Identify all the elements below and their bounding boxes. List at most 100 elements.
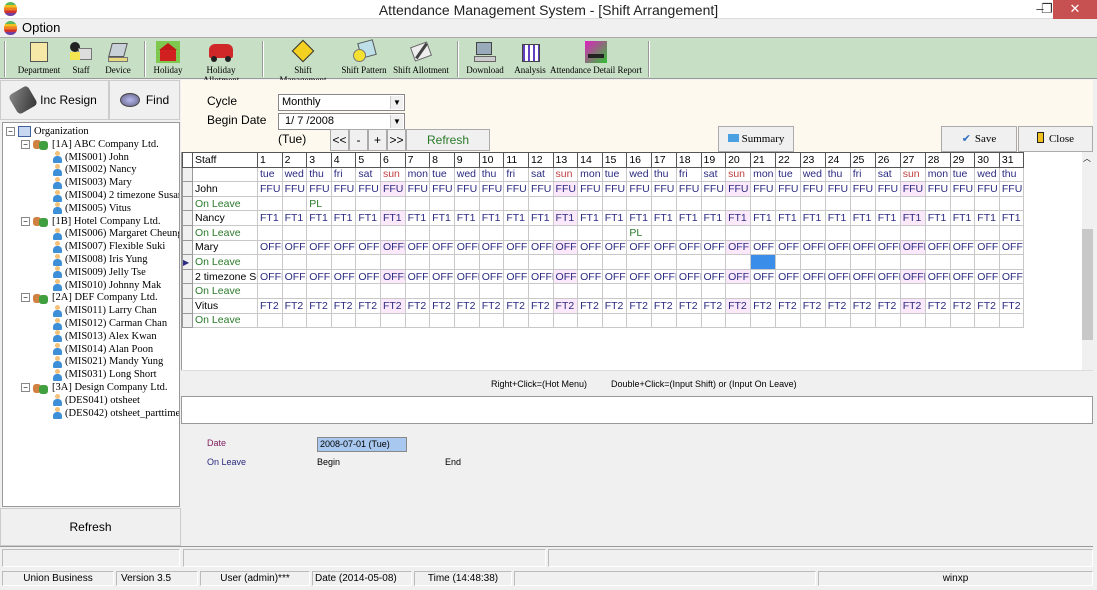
- tree-staff-node[interactable]: (DES041) otsheet: [53, 394, 140, 407]
- leave-cell[interactable]: [429, 195, 455, 212]
- shift-cell[interactable]: OFFH: [577, 268, 603, 285]
- leave-cell[interactable]: [998, 254, 1025, 270]
- tree-staff-node[interactable]: (MIS004) 2 timezone Susan: [53, 189, 179, 202]
- shift-cell[interactable]: OFFF: [626, 239, 652, 256]
- leave-cell[interactable]: [404, 224, 431, 241]
- shift-cell[interactable]: FT1: [974, 210, 1000, 226]
- shift-cell[interactable]: OFFF: [503, 239, 529, 256]
- leave-cell[interactable]: [725, 195, 752, 212]
- leave-cell[interactable]: [750, 224, 777, 241]
- leave-cell[interactable]: [998, 224, 1025, 241]
- shift-cell[interactable]: FFU: [949, 181, 976, 197]
- leave-cell[interactable]: [675, 224, 702, 241]
- date-field[interactable]: 2008-07-01 (Tue): [317, 437, 407, 452]
- shift-cell[interactable]: FT2: [949, 297, 976, 314]
- row-selector[interactable]: [182, 195, 193, 212]
- shift-cell[interactable]: FT1: [626, 210, 652, 226]
- row-selector[interactable]: ▶: [182, 254, 193, 270]
- leave-cell[interactable]: [626, 254, 652, 270]
- leave-cell[interactable]: [750, 312, 777, 329]
- shift-cell[interactable]: OFFH: [626, 268, 652, 285]
- leave-cell[interactable]: [924, 312, 951, 329]
- collapse-icon[interactable]: −: [21, 216, 30, 226]
- leave-cell[interactable]: [949, 283, 976, 299]
- shift-cell[interactable]: FT2: [404, 297, 431, 314]
- shift-cell[interactable]: FFU: [700, 181, 727, 197]
- leave-cell[interactable]: [281, 224, 308, 241]
- shift-cell[interactable]: FT1: [750, 210, 777, 226]
- shift-cell[interactable]: FT1: [998, 210, 1025, 226]
- toolbar-department-button[interactable]: Department: [14, 40, 64, 78]
- leave-cell[interactable]: [577, 312, 603, 329]
- leave-cell[interactable]: [650, 283, 677, 299]
- shift-cell[interactable]: OFFF: [379, 239, 406, 256]
- shift-cell[interactable]: OFFF: [577, 239, 603, 256]
- leave-cell[interactable]: [974, 283, 1000, 299]
- leave-cell[interactable]: [650, 312, 677, 329]
- tree-staff-node[interactable]: (MIS013) Alex Kwan: [53, 330, 157, 343]
- collapse-icon[interactable]: −: [21, 383, 30, 392]
- leave-cell[interactable]: [899, 224, 926, 241]
- organization-tree[interactable]: − Organization − [1A] ABC Company Ltd. (MIS0…: [2, 122, 180, 507]
- leave-cell[interactable]: [478, 312, 505, 329]
- shift-cell[interactable]: FT2: [503, 297, 529, 314]
- shift-cell[interactable]: FFU: [404, 181, 431, 197]
- leave-cell[interactable]: [527, 195, 554, 212]
- row-selector[interactable]: [182, 166, 193, 183]
- toolbar-analysis-button[interactable]: Analysis: [512, 40, 548, 78]
- scroll-up-icon[interactable]: ︿: [1083, 153, 1091, 164]
- shift-cell[interactable]: FFU: [799, 181, 826, 197]
- leave-cell[interactable]: [503, 283, 529, 299]
- leave-cell[interactable]: [725, 224, 752, 241]
- cycle-select[interactable]: Monthly ▼: [278, 94, 405, 111]
- summary-button[interactable]: Summary: [718, 126, 794, 152]
- shift-cell[interactable]: OFFH: [503, 268, 529, 285]
- row-selector[interactable]: [182, 152, 193, 168]
- shift-cell[interactable]: FT2: [725, 297, 752, 314]
- shift-cell[interactable]: OFFF: [527, 239, 554, 256]
- shift-cell[interactable]: FT2: [355, 297, 381, 314]
- leave-cell[interactable]: PL: [626, 224, 652, 241]
- toolbar-device-button[interactable]: Device: [102, 40, 134, 78]
- shift-cell[interactable]: FT2: [750, 297, 777, 314]
- shift-cell[interactable]: OFFF: [453, 239, 480, 256]
- tree-staff-node[interactable]: (MIS014) Alan Poon: [53, 343, 153, 356]
- leave-cell[interactable]: [849, 312, 876, 329]
- leave-cell[interactable]: [379, 312, 406, 329]
- shift-cell[interactable]: FFU: [503, 181, 529, 197]
- shift-cell[interactable]: OFFF: [700, 239, 727, 256]
- shift-cell[interactable]: OFFH: [404, 268, 431, 285]
- leave-cell[interactable]: [453, 254, 480, 270]
- leave-cell[interactable]: [601, 283, 628, 299]
- leave-cell[interactable]: [503, 224, 529, 241]
- leave-cell[interactable]: [924, 254, 951, 270]
- leave-cell[interactable]: [552, 312, 579, 329]
- shift-cell[interactable]: FFU: [330, 181, 357, 197]
- shift-cell[interactable]: FT1: [306, 210, 332, 226]
- shift-cell[interactable]: OFFF: [974, 239, 1000, 256]
- shift-cell[interactable]: FFU: [478, 181, 505, 197]
- shift-cell[interactable]: FFU: [577, 181, 603, 197]
- leave-cell[interactable]: [849, 195, 876, 212]
- leave-cell[interactable]: [949, 224, 976, 241]
- leave-cell[interactable]: [306, 312, 332, 329]
- shift-cell[interactable]: FT1: [874, 210, 901, 226]
- leave-cell[interactable]: [478, 254, 505, 270]
- shift-cell[interactable]: FFU: [998, 181, 1025, 197]
- leave-cell[interactable]: [775, 224, 801, 241]
- shift-cell[interactable]: FT2: [281, 297, 308, 314]
- toolbar-shift-management-button[interactable]: Shift Management: [270, 39, 336, 85]
- shift-cell[interactable]: FT1: [775, 210, 801, 226]
- find-button[interactable]: Find: [109, 80, 180, 120]
- shift-cell[interactable]: FT2: [974, 297, 1000, 314]
- shift-cell[interactable]: FT1: [552, 210, 579, 226]
- shift-cell[interactable]: FFU: [824, 181, 851, 197]
- shift-cell[interactable]: FFU: [750, 181, 777, 197]
- shift-cell[interactable]: OFFF: [478, 239, 505, 256]
- leave-cell[interactable]: [725, 312, 752, 329]
- leave-cell[interactable]: [799, 254, 826, 270]
- leave-cell[interactable]: [552, 283, 579, 299]
- leave-cell[interactable]: [974, 195, 1000, 212]
- shift-cell[interactable]: OFFF: [750, 239, 777, 256]
- next-period-button[interactable]: +: [368, 129, 387, 151]
